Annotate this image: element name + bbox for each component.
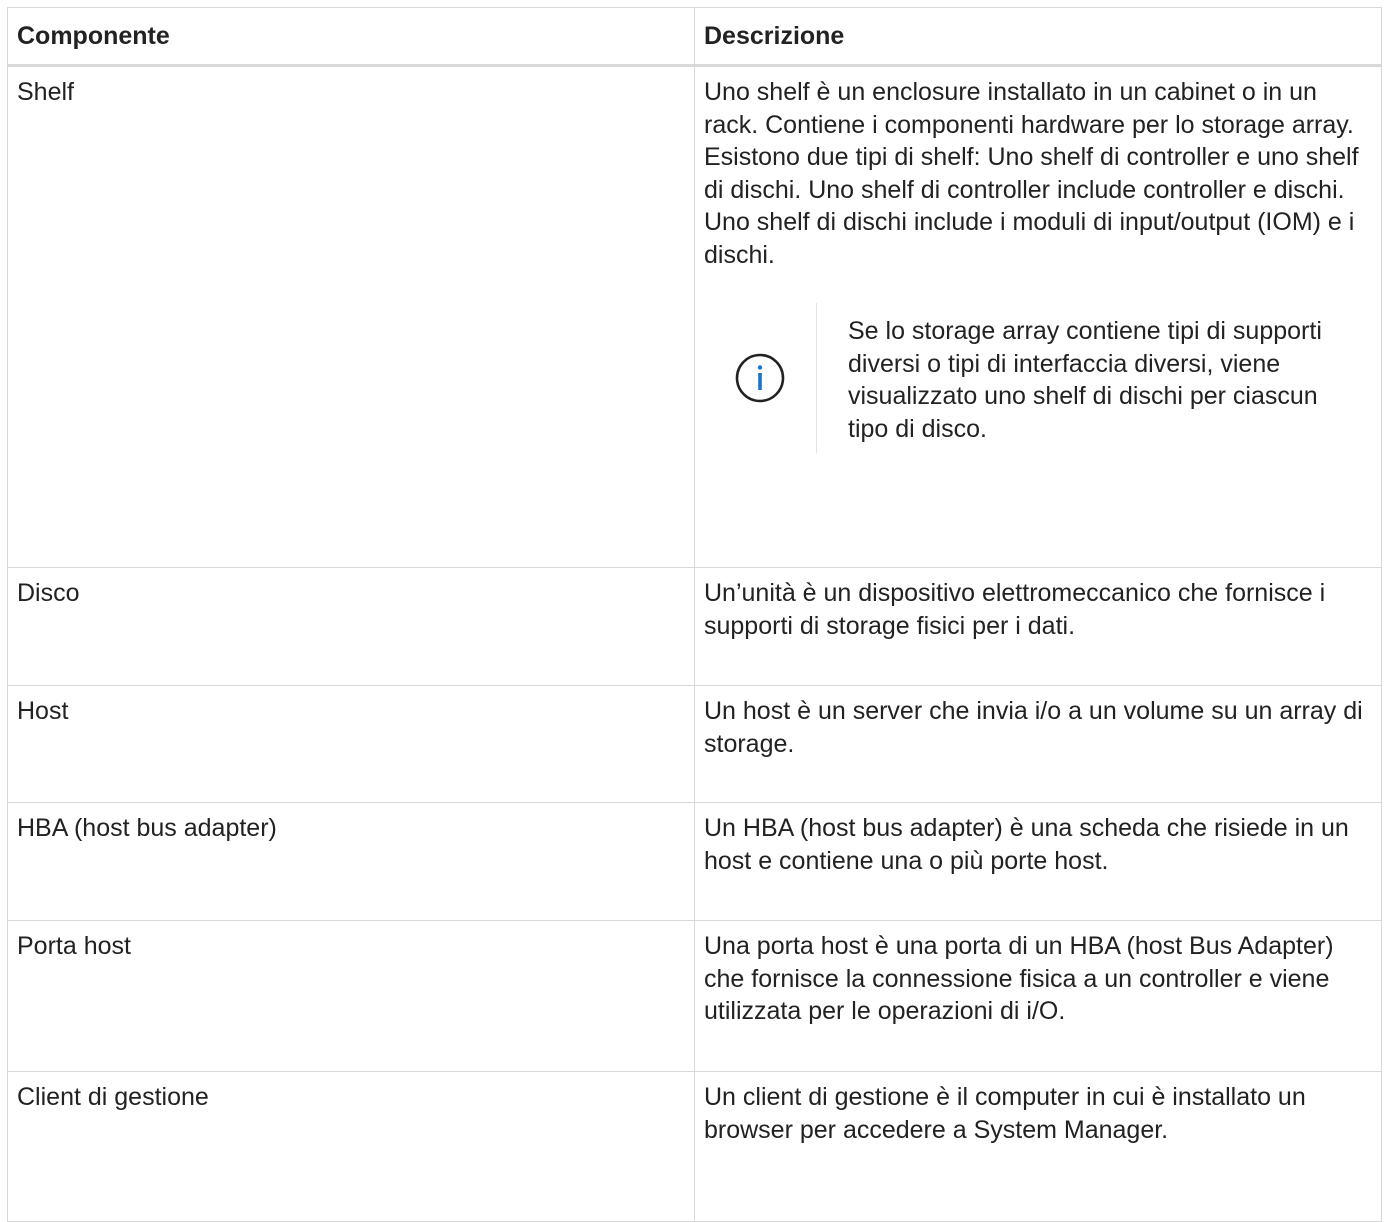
note-text: Se lo storage array contiene tipi di sup… [816, 303, 1328, 453]
component-cell: Porta host [7, 920, 695, 1072]
table-header-row: Componente Descrizione [7, 7, 1382, 67]
table-row: Host Un host è un server che invia i/o a… [7, 685, 1382, 803]
note-icon-container [704, 352, 816, 404]
description-cell: Un HBA (host bus adapter) è una scheda c… [694, 802, 1382, 921]
description-text: Un host è un server che invia i/o a un v… [704, 697, 1363, 758]
table-row: Client di gestione Un client di gestione… [7, 1071, 1382, 1222]
component-cell: Shelf [7, 65, 695, 568]
description-text: Un’unità è un dispositivo elettromeccani… [704, 579, 1326, 640]
components-table: Componente Descrizione Shelf Uno shelf è… [7, 7, 1382, 1222]
table-row: Porta host Una porta host è una porta di… [7, 920, 1382, 1072]
info-circle-icon [735, 353, 785, 403]
description-cell: Uno shelf è un enclosure installato in u… [694, 65, 1382, 568]
description-text: Una porta host è una porta di un HBA (ho… [704, 932, 1334, 1025]
table-row: Shelf Uno shelf è un enclosure installat… [7, 65, 1382, 568]
description-cell: Un host è un server che invia i/o a un v… [694, 685, 1382, 803]
component-cell: Client di gestione [7, 1071, 695, 1222]
table-row: Disco Un’unità è un dispositivo elettrom… [7, 567, 1382, 686]
info-note: Se lo storage array contiene tipi di sup… [704, 303, 1372, 453]
description-text: Un HBA (host bus adapter) è una scheda c… [704, 814, 1349, 875]
component-cell: Host [7, 685, 695, 803]
component-cell: Disco [7, 567, 695, 686]
column-header-componente: Componente [7, 7, 695, 67]
description-text: Uno shelf è un enclosure installato in u… [704, 78, 1359, 269]
description-cell: Una porta host è una porta di un HBA (ho… [694, 920, 1382, 1072]
description-text: Un client di gestione è il computer in c… [704, 1083, 1306, 1144]
component-cell: HBA (host bus adapter) [7, 802, 695, 921]
description-cell: Un’unità è un dispositivo elettromeccani… [694, 567, 1382, 686]
table-row: HBA (host bus adapter) Un HBA (host bus … [7, 802, 1382, 921]
description-cell: Un client di gestione è il computer in c… [694, 1071, 1382, 1222]
column-header-descrizione: Descrizione [694, 7, 1382, 67]
